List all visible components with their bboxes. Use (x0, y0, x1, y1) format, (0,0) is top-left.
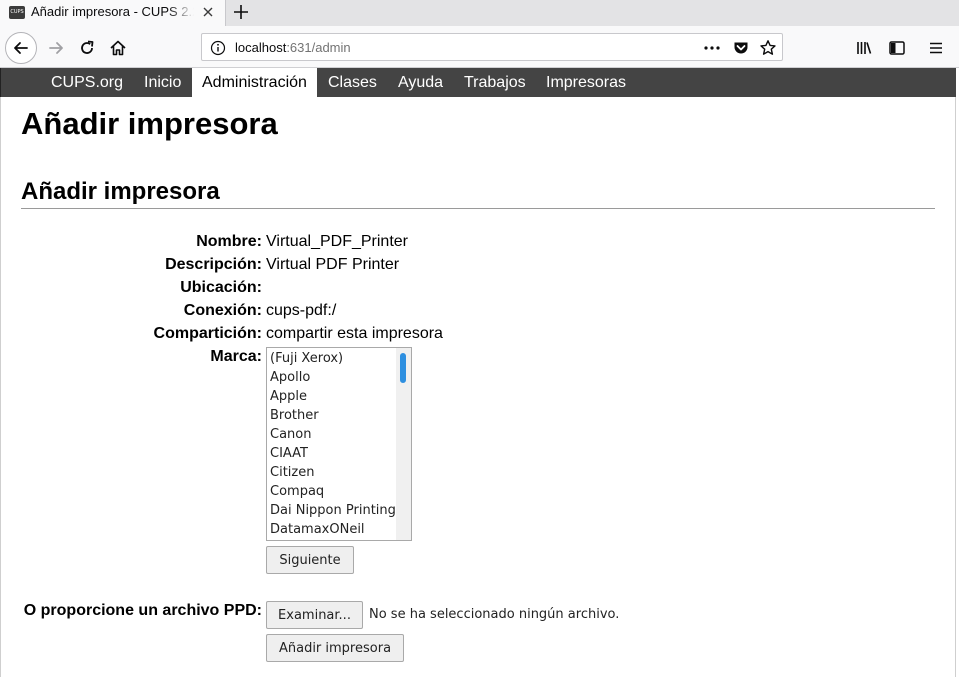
page-title: Añadir impresora (21, 106, 278, 141)
url-host: localhost (235, 40, 287, 55)
nav-trabajos[interactable]: Trabajos (454, 68, 536, 97)
connection-label: Conexión: (183, 302, 262, 319)
nav-clases[interactable]: Clases (318, 68, 387, 97)
library-button[interactable] (850, 34, 878, 62)
add-printer-button[interactable]: Añadir impresora (266, 634, 404, 662)
tab-title: Añadir impresora - CUPS 2.2 (31, 4, 194, 19)
menu-button[interactable] (922, 34, 950, 62)
cups-nav-bar: CUPS.org Inicio Administración Clases Ay… (0, 68, 956, 97)
page-actions-icon[interactable] (702, 40, 722, 56)
make-option[interactable]: Apollo (270, 370, 310, 389)
page-border-left (0, 97, 1, 677)
name-label: Nombre: (196, 233, 262, 250)
make-option[interactable]: Brother (270, 408, 319, 427)
nav-ayuda[interactable]: Ayuda (388, 68, 453, 97)
make-label: Marca: (210, 348, 262, 365)
nav-inicio[interactable]: Inicio (134, 68, 191, 97)
browser-tab[interactable]: CUPS Añadir impresora - CUPS 2.2 (0, 0, 226, 26)
reload-icon (81, 40, 94, 54)
close-tab-icon[interactable] (199, 3, 217, 21)
make-option[interactable]: DatamaxONeil (270, 522, 365, 540)
sharing-value: compartir esta impresora (266, 325, 443, 342)
tab-strip: CUPS Añadir impresora - CUPS 2.2 (0, 0, 959, 26)
home-icon (110, 40, 126, 56)
browser-toolbar: localhost:631/admin (0, 26, 959, 68)
location-label: Ubicación: (180, 279, 262, 296)
file-status: No se ha seleccionado ningún archivo. (369, 607, 620, 622)
make-listbox[interactable]: (Fuji Xerox) Apollo Apple Brother Canon … (266, 347, 412, 541)
sidebar-icon (889, 41, 905, 55)
make-option[interactable]: CIAAT (270, 446, 308, 465)
url-text: localhost:631/admin (235, 40, 351, 55)
new-tab-icon[interactable] (231, 2, 251, 22)
sharing-label: Compartición: (153, 325, 262, 342)
make-option[interactable]: Canon (270, 427, 311, 446)
name-value: Virtual_PDF_Printer (266, 233, 408, 250)
nav-cups-org[interactable]: CUPS.org (41, 68, 133, 97)
bookmark-star-icon[interactable] (759, 39, 777, 57)
description-label: Descripción: (165, 256, 262, 273)
arrow-right-icon (49, 42, 63, 54)
browse-button[interactable]: Examinar... (266, 601, 363, 629)
hamburger-menu-icon (930, 42, 942, 54)
back-button[interactable] (5, 32, 37, 64)
forward-button[interactable] (42, 34, 70, 62)
make-option[interactable]: Citizen (270, 465, 314, 484)
nav-administracion[interactable]: Administración (192, 68, 317, 97)
library-icon (857, 42, 872, 54)
url-path: :631/admin (286, 40, 351, 55)
address-bar[interactable]: localhost:631/admin (201, 33, 783, 61)
make-option[interactable]: Compaq (270, 484, 324, 503)
reload-button[interactable] (73, 34, 101, 62)
next-button[interactable]: Siguiente (266, 546, 354, 574)
description-value: Virtual PDF Printer (266, 256, 400, 273)
arrow-left-icon (14, 42, 28, 54)
make-option[interactable]: Dai Nippon Printing (270, 503, 396, 522)
cups-favicon-icon: CUPS (9, 6, 25, 19)
connection-value: cups-pdf:/ (266, 302, 337, 319)
pocket-icon[interactable] (732, 39, 750, 57)
make-option[interactable]: (Fuji Xerox) (270, 351, 343, 370)
listbox-scrollbar-thumb[interactable] (400, 353, 406, 383)
sidebar-button[interactable] (883, 34, 911, 62)
page-border-right (955, 97, 956, 677)
ppd-label: O proporcione un archivo PPD: (23, 602, 262, 619)
nav-impresoras[interactable]: Impresoras (536, 68, 636, 97)
info-icon[interactable] (210, 40, 226, 56)
make-option[interactable]: Apple (270, 389, 307, 408)
section-title: Añadir impresora (21, 178, 220, 205)
home-button[interactable] (104, 34, 132, 62)
section-divider (21, 208, 935, 209)
